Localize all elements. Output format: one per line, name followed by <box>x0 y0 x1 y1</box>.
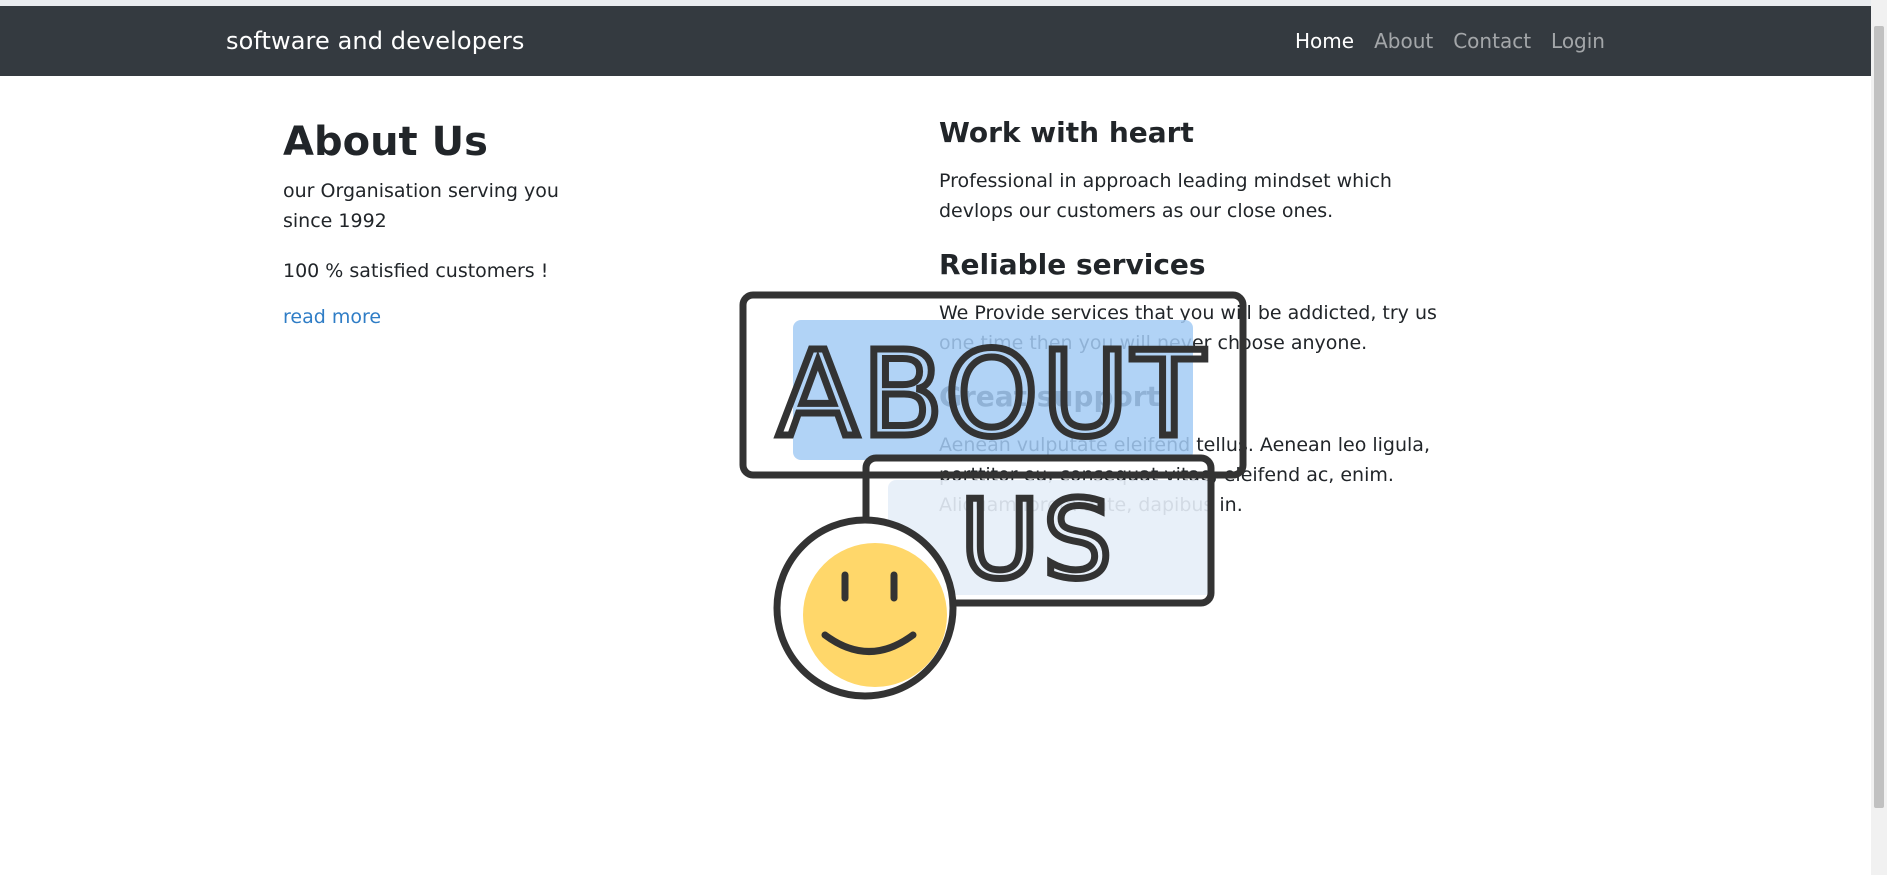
page-title: About Us <box>283 119 488 165</box>
brand-logo[interactable]: software and developers <box>226 6 524 76</box>
feature-work-with-heart: Work with heart Professional in approach… <box>939 112 1449 226</box>
feature-great-support: Great support Aenean vulputate eleifend … <box>939 376 1449 520</box>
navbar: software and developers Home About Conta… <box>0 6 1871 76</box>
nav-links: Home About Contact Login <box>1295 6 1605 76</box>
scrollbar[interactable] <box>1871 0 1887 875</box>
feature-text: We Provide services that you will be add… <box>939 302 1437 354</box>
nav-contact[interactable]: Contact <box>1453 29 1531 53</box>
feature-title: Reliable services <box>939 248 1206 281</box>
feature-title: Great support <box>939 380 1160 413</box>
about-section: About Us our Organisation serving you si… <box>283 112 573 328</box>
features-section: Work with heart Professional in approach… <box>939 112 1449 538</box>
feature-text: Aenean vulputate eleifend tellus. Aenean… <box>939 434 1430 516</box>
smiley-mouth <box>821 631 917 655</box>
feature-title: Work with heart <box>939 116 1194 149</box>
nav-login[interactable]: Login <box>1551 29 1605 53</box>
feature-text: Professional in approach leading mindset… <box>939 170 1392 222</box>
about-intro: our Organisation serving you since 1992 <box>283 180 559 232</box>
read-more-link[interactable]: read more <box>283 306 381 328</box>
nav-about[interactable]: About <box>1374 29 1433 53</box>
scrollbar-thumb[interactable] <box>1874 26 1884 808</box>
smiley-face-icon <box>773 516 957 700</box>
nav-home[interactable]: Home <box>1295 29 1354 53</box>
smiley-fill <box>803 543 947 687</box>
about-satisfaction: 100 % satisfied customers ! <box>283 260 549 282</box>
feature-reliable-services: Reliable services We Provide services th… <box>939 244 1449 358</box>
